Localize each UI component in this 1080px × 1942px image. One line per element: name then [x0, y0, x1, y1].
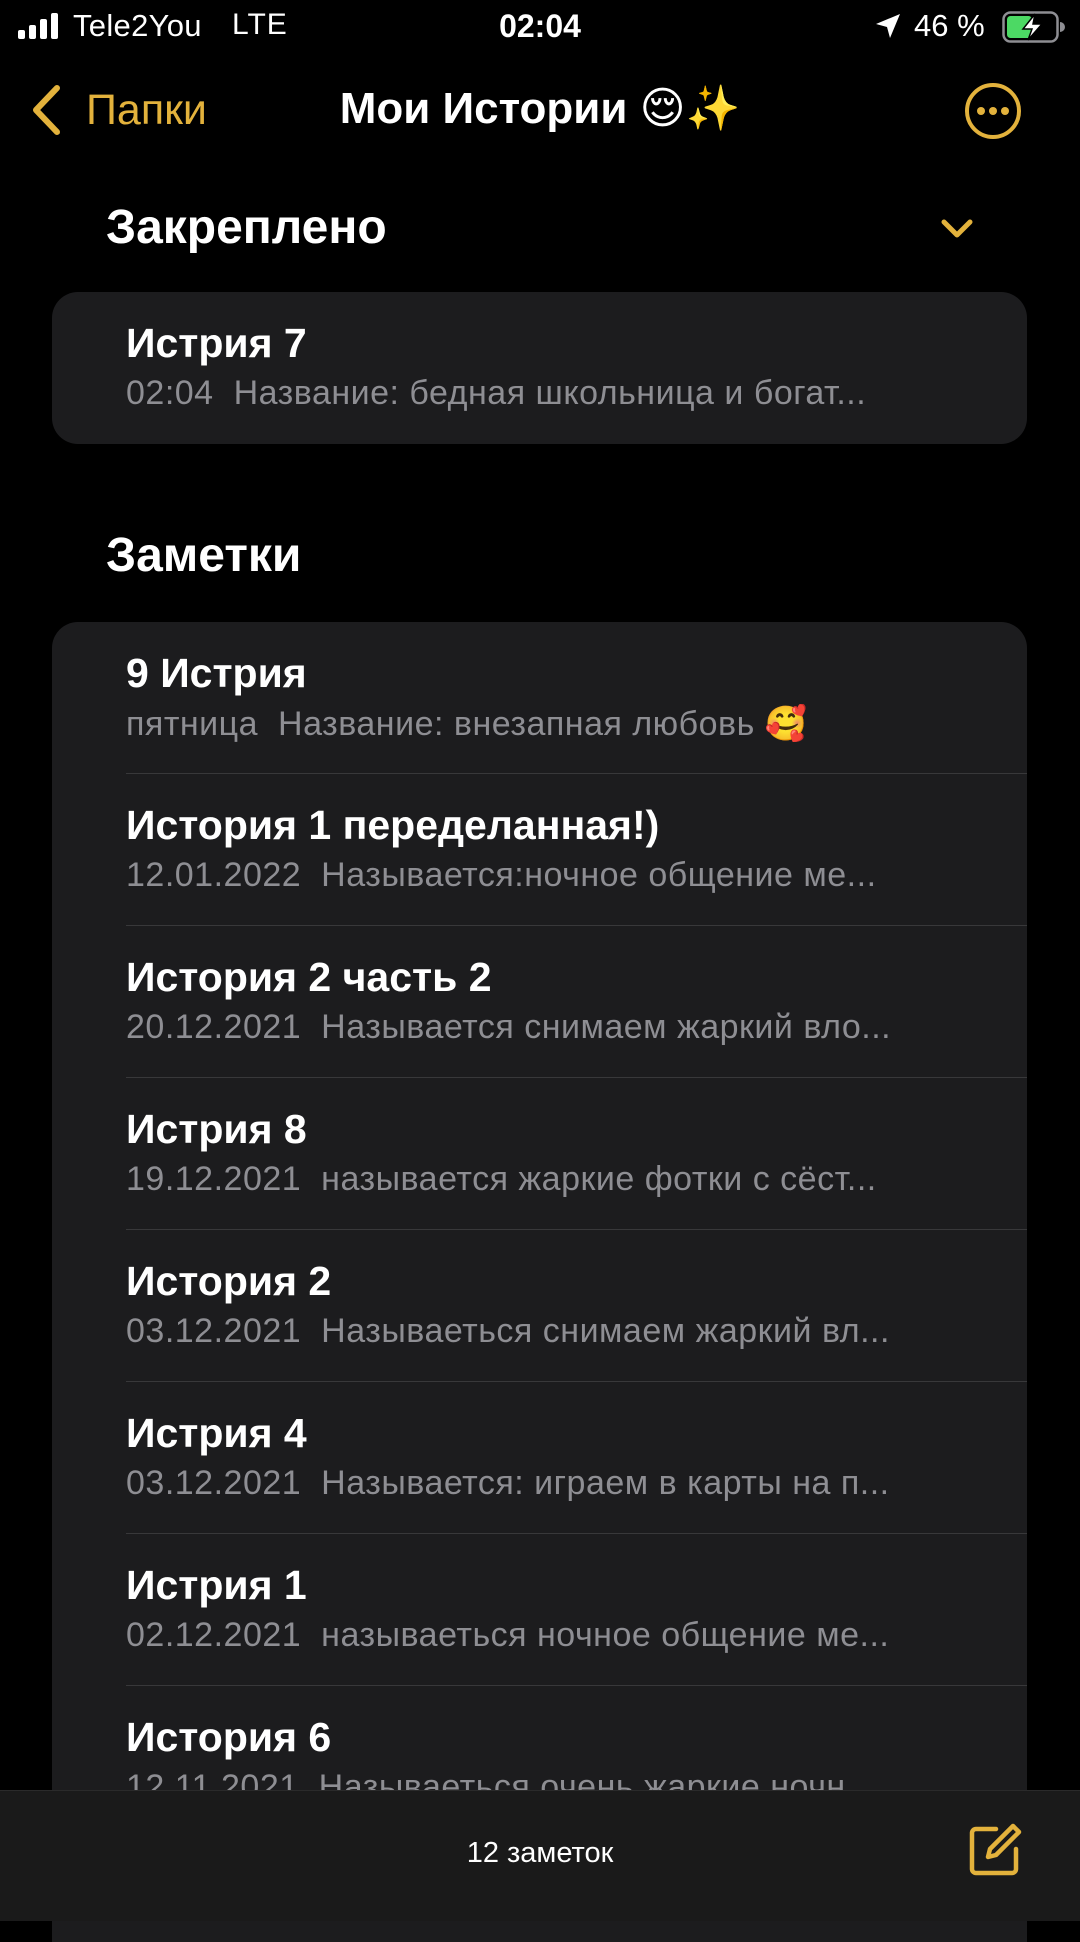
note-date: 19.12.2021	[126, 1160, 302, 1198]
note-title: История 1 переделанная!)	[126, 802, 660, 848]
note-date: 03.12.2021	[126, 1312, 302, 1350]
note-date: 12.01.2022	[126, 856, 302, 894]
note-item[interactable]: Истрия 4 03.12.2021 Называется: играем в …	[52, 1382, 1027, 1534]
note-title: Истрия 7	[126, 320, 307, 366]
chevron-down-icon[interactable]	[940, 218, 974, 240]
bottom-toolbar: 12 заметок	[0, 1790, 1080, 1921]
note-title: История 6	[126, 1714, 332, 1760]
note-item[interactable]: Истрия 8 19.12.2021 называется жаркие фот…	[52, 1078, 1027, 1230]
note-preview: Название: внезапная любовь 🥰	[278, 705, 808, 743]
battery-percentage: 46 %	[914, 8, 985, 43]
note-item[interactable]: История 2 03.12.2021 Называеться снимаем …	[52, 1230, 1027, 1382]
note-date: 02:04	[126, 374, 214, 412]
note-title: Истрия 4	[126, 1410, 307, 1456]
note-date: пятница	[126, 705, 259, 743]
note-date: 20.12.2021	[126, 1008, 302, 1046]
note-title: Истрия 8	[126, 1106, 307, 1152]
note-preview: Называется: играем в карты на п...	[321, 1464, 890, 1502]
note-date: 02.12.2021	[126, 1616, 302, 1654]
note-title: История 2	[126, 1258, 332, 1304]
note-date: 03.12.2021	[126, 1464, 302, 1502]
compose-icon[interactable]	[966, 1821, 1024, 1879]
note-subtitle: 02:04 Название: бедная школьница и богат.…	[126, 374, 1006, 413]
note-subtitle: 19.12.2021 называется жаркие фотки с сёст…	[126, 1160, 1006, 1199]
note-item[interactable]: 9 Истрия пятница Название: внезапная любо…	[52, 622, 1027, 774]
notes-list: 9 Истрия пятница Название: внезапная любо…	[52, 622, 1027, 1942]
note-preview: Называется снимаем жаркий вло...	[321, 1008, 892, 1046]
pinned-note[interactable]: Истрия 7 02:04 Название: бедная школьница…	[52, 292, 1027, 444]
note-item[interactable]: Истрия 1 02.12.2021 называеться ночное об…	[52, 1534, 1027, 1686]
note-preview: Название: бедная школьница и богат...	[233, 374, 867, 412]
note-subtitle: пятница Название: внезапная любовь 🥰	[126, 704, 1006, 744]
note-title: Истрия 1	[126, 1562, 307, 1608]
note-title: История 2 часть 2	[126, 954, 492, 1000]
note-subtitle: 12.01.2022 Называется:ночное общение ме..…	[126, 856, 1006, 895]
pinned-section-title: Закреплено	[106, 201, 387, 254]
note-subtitle: 20.12.2021 Называется снимаем жаркий вло.…	[126, 1008, 1006, 1047]
note-preview: Называеться снимаем жаркий вл...	[321, 1312, 890, 1350]
notes-section-title: Заметки	[106, 529, 302, 582]
note-preview: называеться ночное общение ме...	[321, 1616, 890, 1654]
note-subtitle: 02.12.2021 называеться ночное общение ме.…	[126, 1616, 1006, 1655]
note-subtitle: 03.12.2021 Называеться снимаем жаркий вл.…	[126, 1312, 1006, 1351]
note-preview: называется жаркие фотки с сёст...	[321, 1160, 877, 1198]
status-bar: Tele2You LTE 02:04 46 %	[0, 0, 1080, 56]
note-preview: Называется:ночное общение ме...	[321, 856, 877, 894]
note-title: 9 Истрия	[126, 650, 307, 696]
note-item[interactable]: История 1 переделанная!) 12.01.2022 Назыв…	[52, 774, 1027, 926]
note-item[interactable]: История 2 часть 2 20.12.2021 Называется с…	[52, 926, 1027, 1078]
battery-charging-icon	[1002, 11, 1065, 43]
page-title: Мои Истории 😌✨	[339, 84, 741, 133]
notes-count: 12 заметок	[466, 1837, 614, 1869]
location-icon	[876, 14, 900, 38]
pinned-notes-card: Истрия 7 02:04 Название: бедная школьница…	[52, 292, 1027, 444]
more-icon[interactable]	[964, 82, 1022, 140]
note-subtitle: 03.12.2021 Называется: играем в карты на …	[126, 1464, 1006, 1503]
